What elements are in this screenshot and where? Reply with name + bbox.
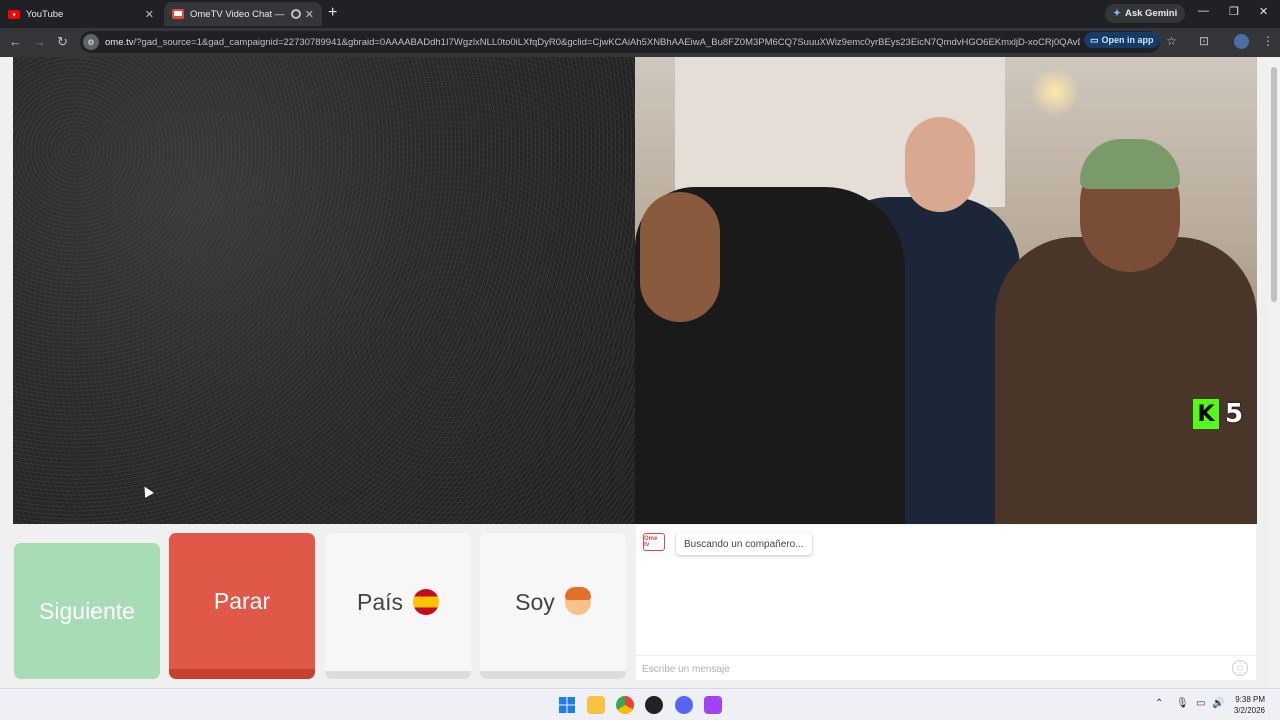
youtube-icon	[8, 8, 20, 20]
discord-icon[interactable]	[675, 696, 693, 714]
stop-label: Parar	[213, 587, 271, 614]
volume-icon[interactable]: 🔊	[1212, 698, 1224, 709]
recording-icon	[290, 9, 301, 19]
open-in-app-label: Open in app	[1101, 35, 1154, 45]
ometv-icon	[172, 8, 184, 20]
status-message: Buscando un compañero...	[676, 533, 812, 555]
app-icon[interactable]	[704, 696, 722, 714]
forward-button[interactable]: →	[33, 34, 46, 49]
ometv-page: K 5 Siguiente Parar País Soy Ome tv Busc…	[0, 57, 1280, 688]
video-person-hat	[1080, 139, 1180, 189]
microphone-icon[interactable]: 🎙	[1176, 698, 1189, 709]
browser-menu-icon[interactable]: ⋮	[1262, 34, 1274, 48]
spain-flag-icon	[413, 589, 440, 615]
browser-tab-strip: YouTube ✕ OmeTV Video Chat — Ome ✕ + ✦ A…	[0, 0, 1280, 28]
chat-panel: Ome tv Buscando un compañero... ☺	[636, 525, 1256, 680]
static-noise	[13, 57, 635, 524]
tab-title: YouTube	[26, 8, 64, 20]
close-tab-icon[interactable]: ✕	[145, 8, 154, 21]
app-icon: ▭	[1090, 34, 1099, 45]
video-person-face	[905, 117, 975, 212]
partner-video-placeholder	[13, 57, 635, 524]
address-bar[interactable]: ⚙ ome.tv/?gad_source=1&gad_campaignid=22…	[80, 31, 1160, 53]
next-button[interactable]: Siguiente	[14, 543, 160, 679]
video-person	[995, 237, 1257, 524]
close-window-button[interactable]: ✕	[1259, 5, 1268, 18]
browser-toolbar: ← → ↻ ⚙ ome.tv/?gad_source=1&gad_campaig…	[0, 28, 1280, 57]
gemini-label: Ask Gemini	[1124, 8, 1178, 19]
windows-taskbar: ⌃ 🎙 ▭ 🔊 9:38 PM 3/2/2026	[0, 688, 1280, 720]
boy-avatar-icon	[564, 587, 591, 615]
reload-button[interactable]: ↻	[57, 34, 68, 50]
next-label: Siguiente	[39, 597, 135, 624]
site-info-icon[interactable]: ⚙	[83, 34, 99, 50]
video-lamp	[1030, 67, 1080, 117]
clock-time: 9:38 PM	[1235, 695, 1265, 704]
close-tab-icon[interactable]: ✕	[305, 8, 314, 21]
bookmark-star-icon[interactable]: ☆	[1166, 34, 1177, 48]
system-clock[interactable]: 9:38 PM 3/2/2026	[1225, 694, 1265, 716]
tray-overflow-icon[interactable]: ⌃	[1155, 698, 1163, 709]
country-label: País	[356, 588, 404, 615]
network-icon[interactable]: ▭	[1196, 698, 1205, 709]
file-explorer-icon[interactable]	[587, 696, 605, 714]
obs-icon[interactable]	[645, 696, 663, 714]
url-text[interactable]: ome.tv/?gad_source=1&gad_campaignid=2273…	[105, 37, 1080, 48]
self-video: K 5	[635, 57, 1257, 524]
emoji-icon[interactable]: ☺	[1232, 660, 1248, 676]
extensions-icon[interactable]: ⊡	[1199, 34, 1209, 48]
gemini-icon: ✦	[1113, 8, 1121, 19]
windows-start-icon[interactable]	[558, 696, 576, 714]
stop-button[interactable]: Parar	[169, 533, 315, 679]
tab-ometv[interactable]: OmeTV Video Chat — Ome ✕	[164, 2, 322, 26]
kick-overlay: K 5	[1193, 399, 1243, 429]
back-button[interactable]: ←	[9, 34, 22, 49]
chrome-icon[interactable]	[616, 696, 634, 714]
kick-logo-icon: K	[1193, 399, 1219, 429]
open-in-app-button[interactable]: ▭ Open in app	[1084, 32, 1160, 48]
kick-number: 5	[1225, 399, 1244, 429]
chat-input-row: ☺	[636, 655, 1256, 680]
page-scrollbar[interactable]	[1268, 57, 1280, 688]
gender-button[interactable]: Soy	[480, 533, 626, 679]
tab-title: OmeTV Video Chat — Ome	[190, 8, 287, 20]
message-input[interactable]	[642, 660, 1222, 678]
tab-youtube[interactable]: YouTube ✕	[0, 2, 162, 26]
clock-date: 3/2/2026	[1233, 706, 1265, 715]
video-person-face	[640, 192, 720, 322]
gender-label: Soy	[515, 588, 555, 615]
profile-avatar[interactable]	[1234, 34, 1249, 49]
scrollbar-thumb[interactable]	[1271, 67, 1277, 302]
restore-button[interactable]: ❐	[1229, 5, 1239, 18]
ask-gemini-button[interactable]: ✦ Ask Gemini	[1105, 4, 1186, 23]
ometv-logo-icon: Ome tv	[643, 533, 665, 551]
minimize-button[interactable]: —	[1198, 5, 1209, 17]
new-tab-button[interactable]: +	[328, 4, 337, 22]
country-button[interactable]: País	[325, 533, 471, 679]
